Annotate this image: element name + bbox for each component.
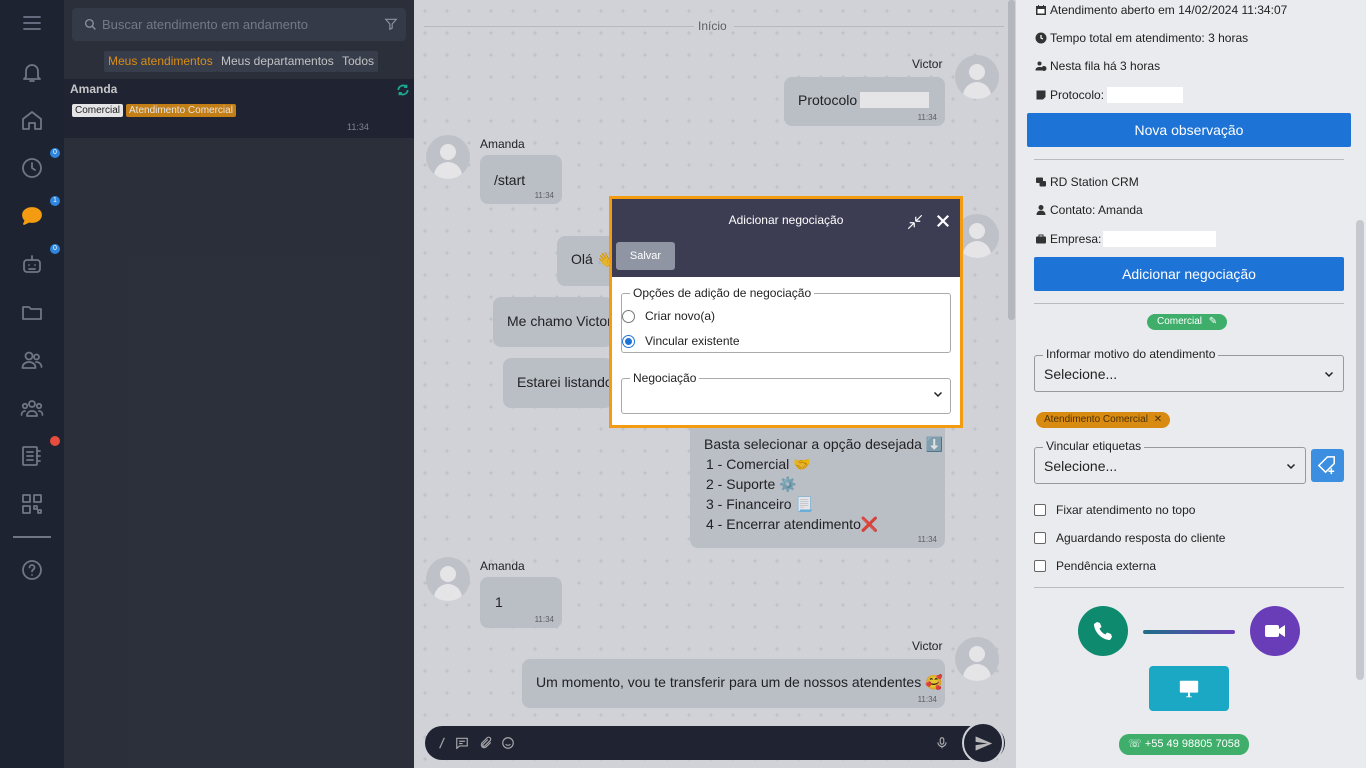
department-pill[interactable]: Comercial ✎ [1147, 314, 1228, 330]
clock-icon[interactable] [20, 156, 44, 180]
add-tag-button[interactable] [1311, 449, 1344, 482]
opened-at-text: Atendimento aberto em 14/02/2024 11:34:0… [1050, 3, 1288, 17]
chevron-down-icon [1324, 371, 1334, 378]
icon-rail: 0 1 0 [0, 0, 64, 768]
total-time-text: Tempo total em atendimento: 3 horas [1050, 31, 1249, 45]
reason-label: Informar motivo do atendimento [1043, 347, 1219, 361]
call-button[interactable] [1078, 606, 1128, 656]
contact-text: Contato: Amanda [1050, 203, 1143, 217]
panel-scrollbar[interactable] [1356, 220, 1364, 680]
bell-icon[interactable] [20, 60, 44, 84]
history-badge: 0 [50, 148, 60, 158]
queue-text: Nesta fila há 3 horas [1050, 59, 1161, 73]
service-tag-pill[interactable]: Atendimento Comercial ✕ [1036, 412, 1171, 428]
crm-title-text: RD Station CRM [1050, 175, 1139, 189]
clock-icon [1035, 32, 1047, 44]
briefcase-icon [1036, 234, 1046, 244]
save-button[interactable]: Salvar [616, 242, 675, 270]
queue-time: Nesta fila há 3 horas [1035, 59, 1160, 73]
phone-number: +55 49 98805 7058 [1144, 738, 1240, 750]
radio-label: Vincular existente [645, 334, 740, 348]
edit-icon[interactable]: ✎ [1209, 316, 1217, 327]
pin-checkbox[interactable]: Fixar atendimento no topo [1034, 503, 1195, 517]
divider [1034, 303, 1344, 304]
phone-book-icon: ☏ [1128, 738, 1142, 750]
chevron-down-icon [1286, 463, 1296, 470]
home-icon[interactable] [20, 108, 44, 132]
tags-value: Selecione... [1044, 458, 1118, 474]
new-note-button[interactable]: Nova observação [1027, 113, 1351, 147]
monitor-icon [1179, 680, 1199, 698]
company-label: Empresa: [1050, 232, 1102, 246]
checkbox-label: Fixar atendimento no topo [1056, 503, 1196, 517]
phone-icon [1094, 622, 1112, 640]
opened-at: Atendimento aberto em 14/02/2024 11:34:0… [1035, 3, 1287, 17]
crm-title: RD Station CRM [1035, 175, 1139, 189]
crm-contact: Contato: Amanda [1035, 203, 1143, 217]
service-tag-text: Atendimento Comercial [1044, 414, 1148, 425]
protocol-redacted [1107, 87, 1184, 103]
phone-number-pill[interactable]: ☏ +55 49 98805 7058 [1119, 734, 1249, 755]
contacts-alert-dot [50, 436, 60, 446]
contacts-icon[interactable] [20, 444, 44, 468]
reason-value: Selecione... [1044, 366, 1118, 382]
chevron-down-icon [933, 391, 943, 398]
deal-select[interactable]: Negociação [621, 371, 951, 414]
rail-divider [13, 536, 51, 538]
deal-select-legend: Negociação [633, 371, 697, 385]
awaiting-checkbox[interactable]: Aguardando resposta do cliente [1034, 531, 1225, 545]
reason-select[interactable]: Informar motivo do atendimento Selecione… [1034, 347, 1344, 392]
screen-share-button[interactable] [1149, 666, 1229, 711]
chats-badge: 1 [50, 196, 60, 206]
users-icon[interactable] [20, 348, 44, 372]
qrcode-icon[interactable] [20, 492, 44, 516]
tags-label: Vincular etiquetas [1043, 439, 1145, 453]
radio-circle[interactable] [622, 309, 635, 323]
chat-icon[interactable] [20, 204, 44, 228]
divider [1034, 587, 1344, 588]
groups-icon[interactable] [20, 396, 44, 420]
total-time: Tempo total em atendimento: 3 horas [1035, 31, 1248, 45]
divider [1034, 159, 1344, 160]
checkbox-box[interactable] [1034, 504, 1046, 516]
user-clock-icon [1035, 61, 1047, 71]
tags-select[interactable]: Vincular etiquetas Selecione... [1034, 439, 1306, 484]
call-video-connector [1143, 630, 1235, 634]
radio-label: Criar novo(a) [645, 309, 716, 323]
note-icon [1036, 90, 1046, 100]
bots-badge: 0 [50, 244, 60, 254]
radio-create-new[interactable]: Criar novo(a) [622, 309, 715, 323]
company-redacted [1103, 231, 1217, 247]
video-icon [1265, 625, 1285, 637]
checkbox-box[interactable] [1034, 560, 1046, 572]
protocol: Protocolo: [1035, 87, 1184, 103]
folder-icon[interactable] [20, 300, 44, 324]
robot-icon[interactable] [20, 252, 44, 276]
add-deal-button[interactable]: Adicionar negociação [1034, 257, 1344, 291]
user-icon [1036, 205, 1046, 215]
tag-plus-icon [1317, 456, 1335, 475]
crm-icon [1036, 177, 1046, 187]
modal-header: Adicionar negociação Salvar [612, 199, 960, 277]
help-icon[interactable] [20, 558, 44, 582]
crm-company: Empresa: [1035, 231, 1217, 247]
add-deal-modal: Adicionar negociação Salvar Opções de ad… [609, 196, 963, 428]
radio-circle[interactable] [622, 334, 635, 348]
external-pending-checkbox[interactable]: Pendência externa [1034, 559, 1156, 573]
options-legend: Opções de adição de negociação [633, 286, 812, 300]
calendar-icon [1036, 5, 1046, 15]
video-button[interactable] [1250, 606, 1300, 656]
department-pill-text: Comercial [1157, 316, 1203, 327]
minimize-icon[interactable] [906, 213, 924, 231]
checkbox-box[interactable] [1034, 532, 1046, 544]
checkbox-label: Pendência externa [1056, 559, 1157, 573]
protocol-label: Protocolo: [1050, 88, 1105, 102]
radio-link-existing[interactable]: Vincular existente [622, 334, 740, 348]
close-icon[interactable]: ✕ [1154, 414, 1162, 425]
menu-icon[interactable] [20, 11, 44, 35]
checkbox-label: Aguardando resposta do cliente [1056, 531, 1226, 545]
close-icon[interactable] [934, 212, 952, 230]
